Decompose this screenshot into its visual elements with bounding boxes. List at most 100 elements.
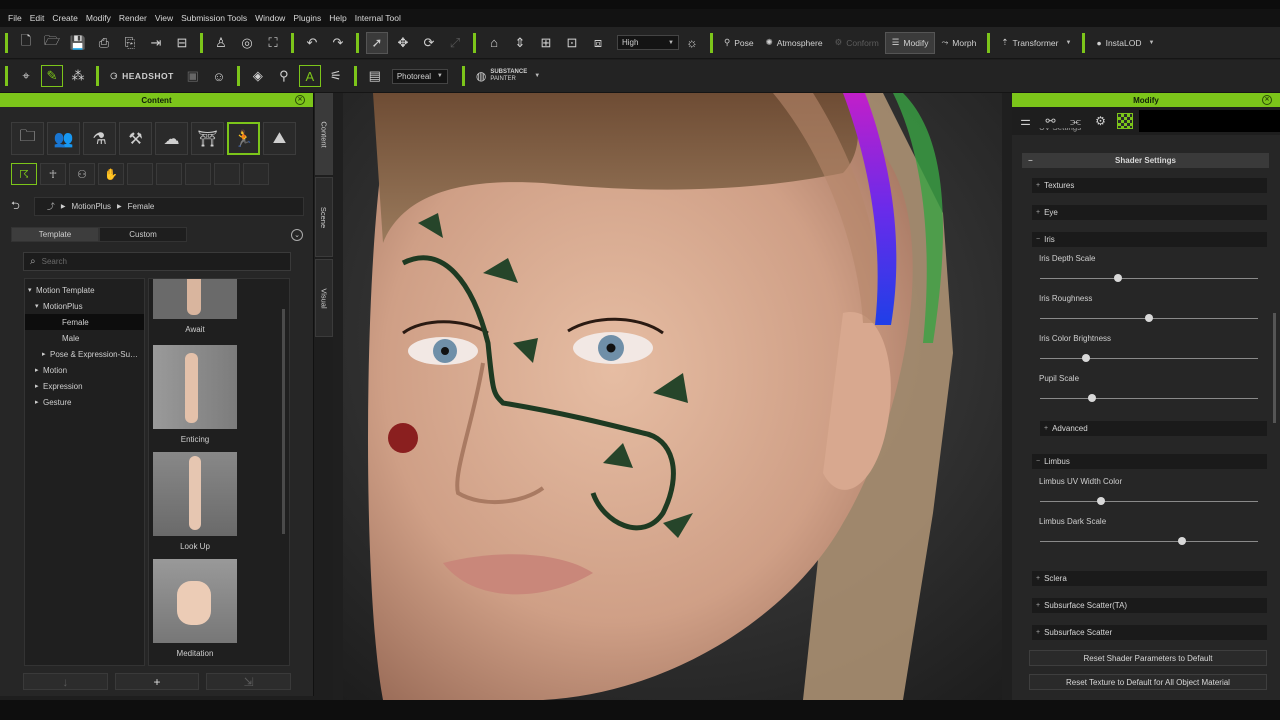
- chevron-right-icon[interactable]: ▸: [35, 382, 43, 390]
- import-icon[interactable]: ⎙: [93, 32, 115, 54]
- menu-modify[interactable]: Modify: [82, 9, 115, 27]
- menu-edit[interactable]: Edit: [26, 9, 49, 27]
- search-input[interactable]: ⌕ Search: [23, 252, 291, 271]
- quality-dropdown[interactable]: High ▼: [617, 35, 679, 50]
- scale-tool-icon[interactable]: ⤢: [444, 32, 466, 54]
- group-iris[interactable]: − Iris: [1032, 232, 1267, 247]
- close-panel-icon[interactable]: ✕: [295, 95, 305, 105]
- menu-help[interactable]: Help: [325, 9, 350, 27]
- pose-icon[interactable]: ☥: [40, 163, 66, 185]
- tree-item[interactable]: ▾ MotionPlus: [25, 298, 144, 314]
- group-limbus[interactable]: − Limbus: [1032, 454, 1267, 469]
- thumbnail-look-up[interactable]: Look Up: [153, 452, 237, 551]
- texture-tab-icon[interactable]: [1117, 113, 1133, 129]
- head-icon[interactable]: ☺: [208, 65, 230, 87]
- empty-slot-icon[interactable]: [185, 163, 211, 185]
- edit-mesh-icon[interactable]: ✎: [41, 65, 63, 87]
- download-button[interactable]: ↓: [23, 673, 108, 690]
- headshot-tool-icon[interactable]: ▣: [182, 65, 204, 87]
- add-button[interactable]: +: [114, 673, 200, 690]
- group-sclera[interactable]: + Sclera: [1032, 571, 1267, 586]
- cc-icon[interactable]: ◎: [236, 32, 258, 54]
- slider-knob[interactable]: [1081, 354, 1090, 362]
- stage-icon[interactable]: ⛩: [191, 122, 224, 155]
- menu-internal-tool[interactable]: Internal Tool: [351, 9, 405, 27]
- group-eye[interactable]: + Eye: [1032, 205, 1267, 220]
- texture-icon[interactable]: A: [298, 65, 321, 87]
- close-panel-icon[interactable]: ✕: [1262, 95, 1272, 105]
- tab-template[interactable]: Template: [11, 227, 99, 242]
- scene-icon[interactable]: ⛰: [263, 122, 296, 155]
- shader-settings-header[interactable]: − Shader Settings: [1022, 153, 1269, 168]
- undo-icon[interactable]: ↶: [301, 32, 323, 54]
- transformer-button[interactable]: ⇡ Transformer ▼: [995, 32, 1077, 54]
- tree-item[interactable]: ▸ Expression: [25, 378, 144, 394]
- animation-icon[interactable]: ⚇: [69, 163, 95, 185]
- atmosphere-button[interactable]: ✺ Atmosphere: [760, 32, 829, 54]
- pick-icon[interactable]: ⌖: [15, 65, 37, 87]
- hand-icon[interactable]: ✋: [98, 163, 124, 185]
- headshot-button[interactable]: ⚆ HEADSHOT: [104, 65, 180, 87]
- tree-item[interactable]: ▸ Gesture: [25, 394, 144, 410]
- limbus-uv-width-slider[interactable]: [1040, 497, 1258, 505]
- back-icon[interactable]: ⮌: [11, 197, 20, 216]
- reset-shader-button[interactable]: Reset Shader Parameters to Default: [1029, 650, 1267, 666]
- fit-view-icon[interactable]: ⇕: [509, 32, 531, 54]
- thumbnail-meditation[interactable]: Meditation: [153, 559, 237, 658]
- frame-selected-icon[interactable]: ⊞: [535, 32, 557, 54]
- material-tab-icon[interactable]: ⚙: [1089, 110, 1112, 132]
- empty-slot-icon[interactable]: [243, 163, 269, 185]
- tree-item[interactable]: ▸ Motion: [25, 362, 144, 378]
- side-tab-content[interactable]: Content: [315, 93, 333, 175]
- slider-knob[interactable]: [1114, 274, 1123, 282]
- instalod-button[interactable]: ● InstaLOD ▼: [1090, 32, 1160, 54]
- home-camera-icon[interactable]: ⌂: [483, 32, 505, 54]
- iris-color-brightness-slider[interactable]: [1040, 354, 1258, 362]
- open-file-icon[interactable]: 🗁: [41, 32, 63, 54]
- character-icon[interactable]: ♙: [210, 32, 232, 54]
- menu-submission-tools[interactable]: Submission Tools: [177, 9, 251, 27]
- iris-roughness-slider[interactable]: [1040, 314, 1258, 322]
- 3d-viewport[interactable]: [343, 93, 1002, 700]
- rotate-tool-icon[interactable]: ⟳: [418, 32, 440, 54]
- save-icon[interactable]: 💾: [67, 32, 89, 54]
- actors-icon[interactable]: 👥: [47, 122, 80, 155]
- pupil-scale-slider[interactable]: [1040, 394, 1258, 402]
- render-icon[interactable]: ▤: [364, 65, 386, 87]
- menu-plugins[interactable]: Plugins: [289, 9, 325, 27]
- limbus-dark-scale-slider[interactable]: [1040, 537, 1258, 545]
- iris-depth-scale-slider[interactable]: [1040, 274, 1258, 282]
- material-icon[interactable]: ◈: [247, 65, 269, 87]
- substance-painter-button[interactable]: ◍ SUBSTANCE PAINTER ▼: [470, 65, 546, 87]
- accessories-icon[interactable]: ⚒: [119, 122, 152, 155]
- apply-button[interactable]: ⇲: [206, 673, 292, 690]
- reset-texture-button[interactable]: Reset Texture to Default for All Object …: [1029, 674, 1267, 690]
- conform-button[interactable]: ⚙ Conform: [829, 32, 885, 54]
- light-icon[interactable]: ☼: [681, 32, 703, 54]
- splitter-right[interactable]: [1002, 93, 1012, 700]
- group-icon[interactable]: ⁂: [67, 65, 89, 87]
- chevron-down-icon[interactable]: ▾: [28, 286, 36, 294]
- side-tab-scene[interactable]: Scene: [315, 177, 333, 257]
- render-mode-dropdown[interactable]: Photoreal ▼: [391, 68, 448, 84]
- tree-item[interactable]: Male: [25, 330, 144, 346]
- chevron-right-icon[interactable]: ▸: [35, 366, 43, 374]
- group-subsurface-scatter[interactable]: + Subsurface Scatter: [1032, 625, 1267, 640]
- slider-knob[interactable]: [1177, 537, 1186, 545]
- empty-slot-icon[interactable]: [214, 163, 240, 185]
- slider-knob[interactable]: [1088, 394, 1097, 402]
- slider-knob[interactable]: [1097, 497, 1106, 505]
- zoom-extents-icon[interactable]: ⊡: [561, 32, 583, 54]
- props-icon[interactable]: ⚗: [83, 122, 116, 155]
- breadcrumb-item-motionplus[interactable]: MotionPlus: [71, 202, 111, 211]
- menu-window[interactable]: Window: [251, 9, 289, 27]
- menu-view[interactable]: View: [151, 9, 177, 27]
- ground-icon[interactable]: ⛶: [262, 32, 284, 54]
- hair-icon[interactable]: ☁: [155, 122, 188, 155]
- collapse-icon[interactable]: ⌄: [291, 228, 303, 241]
- select-tool-icon[interactable]: ➚: [366, 31, 388, 54]
- menu-file[interactable]: File: [4, 9, 26, 27]
- bake-icon[interactable]: ⊟: [171, 32, 193, 54]
- group-textures[interactable]: + Textures: [1032, 178, 1267, 193]
- modify-scrollbar[interactable]: [1273, 313, 1276, 423]
